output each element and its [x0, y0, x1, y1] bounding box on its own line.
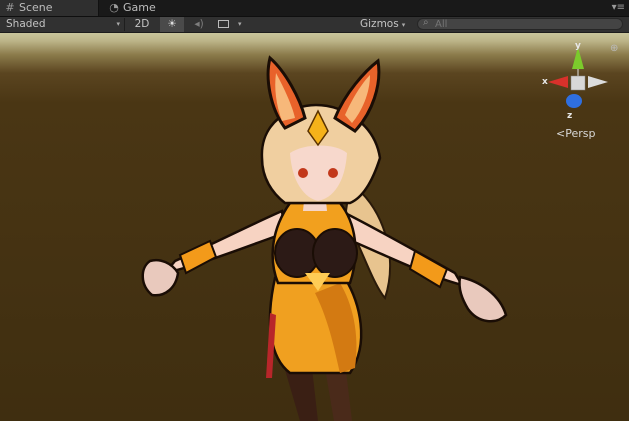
chevron-down-icon: ▾ — [401, 21, 406, 29]
tab-game-label: Game — [123, 1, 156, 14]
axis-x-cone — [548, 76, 568, 88]
toolbar-divider — [124, 18, 125, 31]
audio-toggle-icon[interactable]: ◂) — [188, 17, 210, 32]
tab-menu-icon[interactable]: ▾≡ — [612, 1, 625, 15]
editor-tab-bar: # Scene ◔ Game ▾≡ — [0, 0, 629, 17]
gizmos-label: Gizmos — [360, 18, 399, 30]
gizmos-dropdown[interactable]: Gizmos ▾ — [360, 17, 412, 32]
axis-z-label: z — [567, 111, 573, 121]
orientation-gizmo[interactable] — [0, 33, 629, 421]
image-icon — [218, 20, 229, 28]
search-field[interactable]: ⌕ — [417, 17, 623, 30]
tab-scene[interactable]: # Scene — [0, 0, 99, 16]
tab-game[interactable]: ◔ Game — [104, 0, 198, 16]
projection-toggle[interactable]: <Persp — [556, 127, 595, 140]
grid-icon: # — [5, 1, 15, 14]
axis-neg-x-cone — [588, 76, 608, 88]
axis-y-label: y — [575, 41, 581, 51]
effects-dropdown[interactable]: ▾ — [214, 17, 248, 32]
2d-mode-button[interactable]: 2D — [128, 17, 156, 32]
lighting-toggle-icon[interactable]: ☀ — [160, 17, 184, 32]
scene-toolbar: Shaded ▾ 2D ☀ ◂) ▾ Gizmos ▾ ⌕ — [0, 17, 629, 33]
axis-x-label: x — [542, 77, 548, 87]
search-icon: ⌕ — [423, 17, 429, 28]
search-input[interactable] — [435, 19, 615, 29]
lock-icon[interactable]: ⊕ — [610, 43, 618, 54]
shading-mode-label: Shaded — [6, 18, 46, 30]
axis-z-cone — [566, 94, 582, 108]
chevron-down-icon: ▾ — [116, 20, 120, 28]
chevron-down-icon: ▾ — [238, 20, 242, 28]
gizmo-center-cube — [570, 75, 586, 91]
tab-scene-label: Scene — [19, 1, 53, 14]
game-icon: ◔ — [109, 1, 119, 14]
shading-mode-dropdown[interactable]: Shaded ▾ — [6, 17, 120, 32]
scene-viewport[interactable]: y x z ⊕ <Persp — [0, 33, 629, 421]
